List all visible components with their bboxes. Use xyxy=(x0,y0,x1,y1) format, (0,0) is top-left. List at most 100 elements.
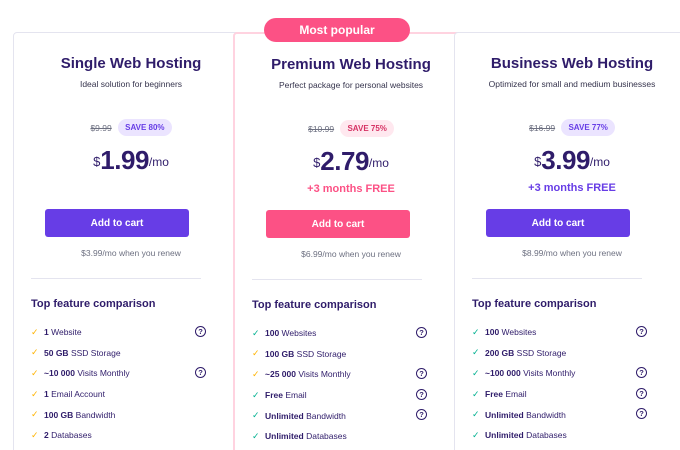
check-icon: ✓ xyxy=(31,367,39,378)
feature-label: Bandwidth xyxy=(73,409,116,420)
check-icon: ✓ xyxy=(472,326,480,337)
feature-value: Unlimited xyxy=(485,409,524,420)
plan-title: Business Web Hosting xyxy=(490,55,654,72)
feature-value: ~10 000 xyxy=(44,368,75,379)
feature-label: Databases xyxy=(523,430,567,441)
feature-value: 100 GB xyxy=(44,409,74,420)
promo-text: +3 months FREE xyxy=(307,183,395,195)
feature-value: Unlimited xyxy=(485,430,524,441)
feature-item: ✓ 2 Databases xyxy=(31,425,206,446)
features-title: Top feature comparison xyxy=(472,298,597,310)
check-icon: ✓ xyxy=(252,348,260,359)
feature-label: SSD Storage xyxy=(294,348,347,359)
feature-value: 100 xyxy=(485,327,500,338)
feature-value: Free xyxy=(265,390,283,401)
feature-list: ✓ 100 Websites? ✓ 100 GB SSD Storage ✓ ~25 00… xyxy=(252,323,427,447)
feature-label: Visits Monthly xyxy=(295,369,351,380)
feature-label: Email Account xyxy=(48,389,105,400)
promo-text: +3 months FREE xyxy=(528,182,616,194)
old-price: $10.99 xyxy=(308,123,335,134)
plan-description: Perfect package for personal websites xyxy=(278,80,424,90)
check-icon: ✓ xyxy=(472,409,480,420)
help-circle-icon[interactable]: ? xyxy=(195,367,206,379)
help-circle-icon[interactable]: ? xyxy=(416,368,427,380)
feature-label: Websites xyxy=(279,328,317,339)
most-popular-badge: Most popular xyxy=(264,18,410,42)
price-amount: 1.99 xyxy=(100,145,149,175)
add-to-cart-button[interactable]: Add to cart xyxy=(45,209,189,237)
feature-text: 1 Website xyxy=(44,327,82,337)
feature-label: Websites xyxy=(499,327,537,338)
feature-label: Databases xyxy=(48,430,92,441)
feature-label: Website xyxy=(48,327,82,338)
help-circle-icon[interactable]: ? xyxy=(416,327,427,338)
old-price: $16.99 xyxy=(529,122,556,133)
feature-item: ✓ 100 GB Bandwidth xyxy=(31,404,206,425)
check-icon: ✓ xyxy=(252,327,260,338)
feature-text: 100 Websites xyxy=(485,327,536,337)
plan-title: Premium Web Hosting xyxy=(271,56,431,73)
price-amount: 2.79 xyxy=(320,146,369,176)
discount-row: $9.99 SAVE 80% xyxy=(14,119,248,136)
feature-item: ✓ 200 GB SSD Storage xyxy=(472,343,647,364)
feature-text: 2 Databases xyxy=(44,430,92,440)
feature-text: 100 Websites xyxy=(265,328,316,338)
help-circle-icon[interactable]: ? xyxy=(636,367,647,379)
feature-value: ~25 000 xyxy=(265,369,296,380)
features-title: Top feature comparison xyxy=(252,299,377,311)
feature-label: Visits Monthly xyxy=(520,368,576,379)
feature-label: Databases xyxy=(303,431,347,442)
price-period: /mo xyxy=(148,155,169,169)
feature-value: Free xyxy=(485,389,503,400)
feature-item: ✓ 100 Websites? xyxy=(472,322,647,343)
check-icon: ✓ xyxy=(252,410,260,421)
help-circle-icon[interactable]: ? xyxy=(636,326,647,337)
feature-value: 50 GB xyxy=(44,347,69,358)
help-circle-icon[interactable]: ? xyxy=(636,387,647,399)
check-icon: ✓ xyxy=(252,368,260,379)
help-circle-icon[interactable]: ? xyxy=(416,409,427,421)
check-icon: ✓ xyxy=(252,389,260,400)
save-badge: SAVE 80% xyxy=(118,119,172,136)
add-to-cart-button[interactable]: Add to cart xyxy=(486,209,630,237)
plan-title: Single Web Hosting xyxy=(60,55,202,72)
feature-list: ✓ 100 Websites? ✓ 200 GB SSD Storage ✓ ~100 0… xyxy=(472,322,647,446)
price-period: /mo xyxy=(589,155,610,169)
feature-value: 100 GB xyxy=(265,348,295,359)
feature-item: ✓ 100 GB SSD Storage xyxy=(252,344,427,365)
feature-text: ~25 000 Visits Monthly xyxy=(265,369,351,379)
divider xyxy=(31,278,201,279)
feature-label: Bandwidth xyxy=(523,409,566,420)
plan-description: Ideal solution for beginners xyxy=(79,79,183,89)
price: $2.79/mo xyxy=(235,146,467,177)
feature-value: Unlimited xyxy=(265,431,304,442)
help-circle-icon[interactable]: ? xyxy=(636,408,647,420)
check-icon: ✓ xyxy=(472,367,480,378)
feature-value: Unlimited xyxy=(265,410,304,421)
feature-label: Visits Monthly xyxy=(74,368,130,379)
feature-value: ~100 000 xyxy=(485,368,521,379)
discount-row: $10.99 SAVE 75% xyxy=(235,120,467,137)
feature-item: ✓ 1 Website? xyxy=(31,322,206,343)
feature-text: Unlimited Databases xyxy=(265,431,347,441)
feature-item: ✓ Unlimited Databases xyxy=(472,425,647,446)
feature-text: Unlimited Bandwidth xyxy=(485,410,566,420)
help-circle-icon[interactable]: ? xyxy=(195,326,206,337)
check-icon: ✓ xyxy=(31,409,39,420)
plan-card-business: Business Web Hosting Optimized for small… xyxy=(454,32,680,450)
renew-price: $3.99/mo when you renew xyxy=(81,248,181,258)
price-amount: 3.99 xyxy=(541,145,590,175)
feature-text: Unlimited Databases xyxy=(485,430,567,440)
feature-item: ✓ Unlimited Bandwidth? xyxy=(252,405,427,426)
feature-label: SSD Storage xyxy=(514,347,567,358)
check-icon: ✓ xyxy=(31,347,39,358)
plan-card-single: Single Web Hosting Ideal solution for be… xyxy=(13,32,249,450)
feature-item: ✓ Unlimited Databases xyxy=(252,426,427,447)
feature-text: Unlimited Bandwidth xyxy=(265,411,346,421)
renew-price: $6.99/mo when you renew xyxy=(301,249,401,259)
plan-description: Optimized for small and medium businesse… xyxy=(488,79,656,89)
help-circle-icon[interactable]: ? xyxy=(416,388,427,400)
plan-card-premium: Premium Web Hosting Perfect package for … xyxy=(233,32,469,450)
add-to-cart-button[interactable]: Add to cart xyxy=(266,210,410,238)
feature-item: ✓ 50 GB SSD Storage xyxy=(31,343,206,364)
